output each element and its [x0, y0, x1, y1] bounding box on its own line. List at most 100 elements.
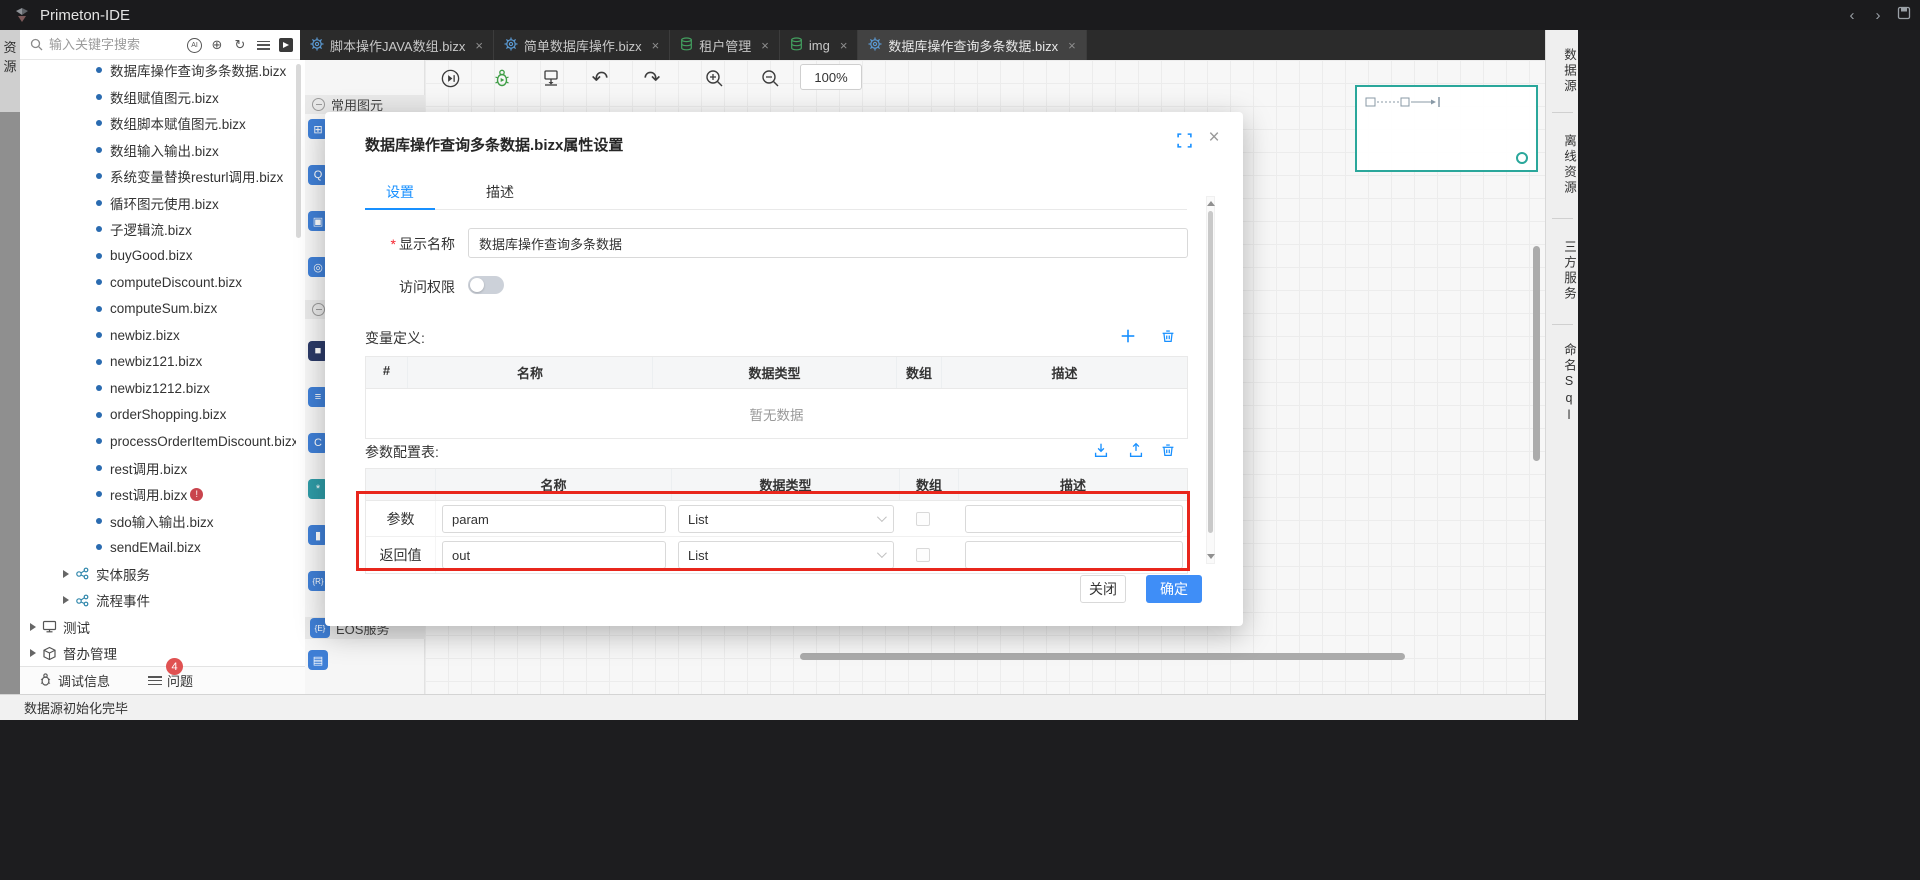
expand-caret-icon[interactable] [30, 649, 36, 658]
collapse-icon[interactable] [312, 98, 325, 111]
tree-root-supervision[interactable]: 督办管理 [20, 640, 296, 667]
scrollbar-thumb[interactable] [1208, 211, 1213, 533]
refresh-icon[interactable]: ↻ [232, 37, 248, 53]
add-variable-icon[interactable] [1118, 326, 1138, 346]
tree-leaf-item[interactable]: rest调用.bizx ! [20, 481, 296, 508]
zoom-out-icon[interactable] [758, 66, 782, 90]
activity-tab-resources[interactable]: 资源 [0, 30, 20, 76]
zoom-level-display[interactable]: 100% [800, 64, 862, 90]
tree-scrollbar[interactable] [296, 64, 301, 238]
expand-caret-icon[interactable] [63, 596, 69, 605]
param-array-checkbox[interactable] [916, 512, 930, 526]
debug-run-icon[interactable] [490, 66, 514, 90]
close-button[interactable]: 关闭 [1080, 575, 1126, 603]
display-name-input[interactable] [468, 228, 1188, 258]
right-tab-datasource[interactable]: 数据源 [1546, 40, 1579, 102]
tree-leaf-item[interactable]: sendEMail.bizx [20, 534, 296, 561]
tab-db-query-multi-active[interactable]: 数据库操作查询多条数据.bizx × [858, 30, 1087, 60]
confirm-button[interactable]: 确定 [1146, 575, 1202, 603]
tree-leaf-item[interactable]: 数据库操作查询多条数据.bizx [20, 57, 296, 84]
expand-caret-icon[interactable] [30, 622, 36, 631]
tree-leaf-item[interactable]: 子逻辑流.bizx [20, 216, 296, 243]
tree-leaf-item[interactable]: computeDiscount.bizx [20, 269, 296, 296]
tree-parent-entity-services[interactable]: 实体服务 [20, 561, 296, 588]
close-icon[interactable]: × [475, 38, 483, 53]
tree-leaf-item[interactable]: processOrderItemDiscount.bizx [20, 428, 296, 455]
tab-img[interactable]: img × [780, 30, 859, 60]
close-icon[interactable]: × [761, 38, 769, 53]
tree-leaf-item[interactable]: buyGood.bizx [20, 243, 296, 270]
export-icon[interactable] [278, 37, 294, 53]
param-name-input[interactable] [442, 505, 666, 533]
param-desc-input[interactable] [965, 505, 1183, 533]
return-array-checkbox[interactable] [916, 548, 930, 562]
import-params-icon[interactable] [1091, 440, 1111, 460]
tree-leaf-item[interactable]: 数组输入输出.bizx [20, 137, 296, 164]
param-type-select[interactable]: List [678, 505, 894, 533]
return-desc-input[interactable] [965, 541, 1183, 569]
tab-script-java-array[interactable]: 脚本操作JAVA数组.bizx × [300, 30, 494, 60]
scroll-down-icon[interactable] [1207, 554, 1215, 559]
export-params-icon[interactable] [1126, 440, 1146, 460]
dialog-scrollbar[interactable] [1206, 196, 1215, 564]
deploy-icon[interactable] [539, 66, 563, 90]
tree-parent-flow-events[interactable]: 流程事件 [20, 587, 296, 614]
run-icon[interactable] [438, 66, 462, 90]
leaf-label: newbiz121.bizx [110, 354, 203, 370]
col-array: 数组 [900, 469, 959, 500]
collapse-all-icon[interactable] [255, 37, 271, 53]
tree-leaf-item[interactable]: 系统变量替换resturl调用.bizx [20, 163, 296, 190]
tree-parent-label: 流程事件 [96, 594, 150, 610]
minimap[interactable] [1355, 85, 1538, 172]
divider [1552, 112, 1573, 113]
minimap-handle[interactable] [1516, 152, 1528, 164]
right-tab-offline-resources[interactable]: 离线资源 [1546, 124, 1579, 206]
tree-leaf-item[interactable]: orderShopping.bizx [20, 402, 296, 429]
collapse-icon[interactable] [312, 303, 325, 316]
ai-assistant-icon[interactable]: AI [187, 37, 202, 53]
tree-leaf-item[interactable]: sdo输入输出.bizx [20, 508, 296, 535]
tab-description[interactable]: 描述 [465, 182, 535, 209]
scroll-up-icon[interactable] [1207, 201, 1215, 206]
fullscreen-icon[interactable] [1176, 132, 1193, 149]
close-icon[interactable]: × [1068, 38, 1076, 53]
redo-icon[interactable]: ↷ [640, 66, 664, 90]
palette-item-icon[interactable]: ▤ [308, 650, 328, 670]
tree-leaf-item[interactable]: 数组赋值图元.bizx [20, 84, 296, 111]
tree-root-test[interactable]: 测试 [20, 614, 296, 641]
debug-info-tab[interactable]: 调试信息 [38, 671, 110, 690]
tab-simple-db-ops[interactable]: 简单数据库操作.bizx × [494, 30, 671, 60]
nav-back-icon[interactable]: ‹ [1844, 7, 1860, 24]
search-input[interactable] [49, 37, 179, 52]
expand-caret-icon[interactable] [63, 569, 69, 578]
tree-leaf-item[interactable]: rest调用.bizx [20, 455, 296, 482]
right-tab-named-sql[interactable]: 命名Sql [1546, 336, 1579, 432]
canvas-v-scrollbar[interactable] [1533, 246, 1540, 461]
tree-leaf-item[interactable]: newbiz1212.bizx [20, 375, 296, 402]
tree-leaf-item[interactable]: 数组脚本赋值图元.bizx [20, 110, 296, 137]
tab-tenant-mgmt[interactable]: 租户管理 × [670, 30, 780, 60]
tree-leaf-item[interactable]: newbiz.bizx [20, 322, 296, 349]
tree-leaf-item[interactable]: computeSum.bizx [20, 296, 296, 323]
access-permission-toggle[interactable] [468, 276, 504, 294]
close-icon[interactable]: × [1204, 128, 1224, 148]
right-tab-thirdparty-services[interactable]: 三方服务 [1546, 230, 1579, 312]
canvas-h-scrollbar[interactable] [800, 653, 1405, 660]
zoom-in-icon[interactable] [702, 66, 726, 90]
tree-leaf-item[interactable]: newbiz121.bizx [20, 349, 296, 376]
close-icon[interactable]: × [652, 38, 660, 53]
undo-icon[interactable]: ↶ [588, 66, 612, 90]
tab-settings[interactable]: 设置 [365, 182, 435, 210]
return-type-select[interactable]: List [678, 541, 894, 569]
close-icon[interactable]: × [840, 38, 848, 53]
return-name-input[interactable] [442, 541, 666, 569]
variables-empty-state: 暂无数据 [366, 389, 1187, 438]
app-title: Primeton-IDE [40, 6, 131, 24]
delete-params-icon[interactable] [1158, 440, 1178, 460]
locate-icon[interactable]: ⊕ [209, 37, 225, 53]
delete-variable-icon[interactable] [1158, 326, 1178, 346]
nav-forward-icon[interactable]: › [1870, 7, 1886, 24]
tree-leaf-item[interactable]: 循环图元使用.bizx [20, 190, 296, 217]
gear-icon [310, 37, 324, 54]
save-layout-icon[interactable] [1896, 6, 1912, 24]
